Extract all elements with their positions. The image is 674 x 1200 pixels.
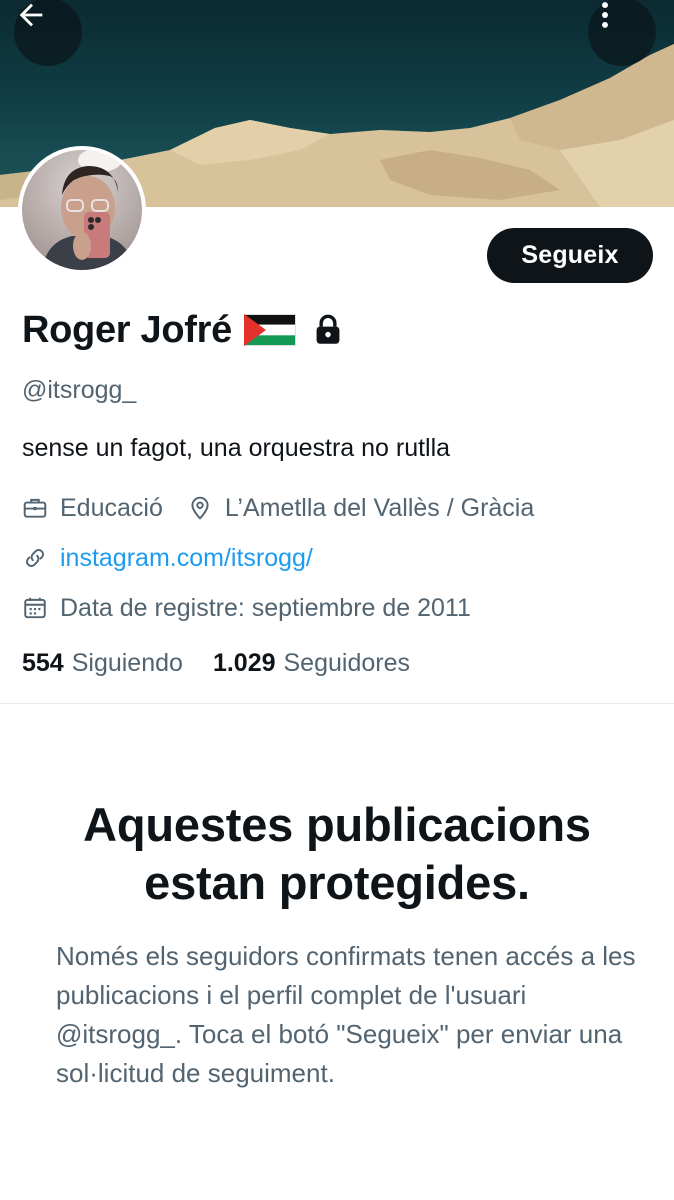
professional-category: Educació <box>60 493 163 522</box>
protected-title-line-1: Aquestes publicacions <box>83 798 591 851</box>
profile-meta-row: Educació L’Ametlla del Vallès / Gràcia <box>22 490 534 526</box>
profile-name-row: Roger Jofré <box>22 306 342 354</box>
follow-button[interactable]: Segueix <box>487 228 653 283</box>
avatar[interactable] <box>18 146 146 274</box>
more-options-button[interactable] <box>588 0 656 66</box>
user-bio: sense un fagot, una orquestra no rutlla <box>22 434 451 462</box>
followers-count: 1.029 <box>212 649 276 677</box>
back-button[interactable] <box>14 0 82 66</box>
section-divider <box>0 703 674 704</box>
link-icon <box>26 549 44 567</box>
protected-notice-body: Només els seguidors confirmats tenen acc… <box>56 941 636 1088</box>
avatar-photo <box>22 150 142 270</box>
followers-link[interactable]: 1.029 Seguidores <box>213 649 410 678</box>
profile-website-row: instagram.com/itsrogg/ <box>22 540 313 576</box>
vertical-ellipsis-icon <box>602 2 608 28</box>
website-link[interactable]: instagram.com/itsrogg/ <box>60 544 313 573</box>
calendar-icon <box>24 597 46 619</box>
user-handle: @itsrogg_ <box>22 376 137 404</box>
following-link[interactable]: 554 Siguiendo <box>22 649 183 678</box>
location-pin-icon <box>191 496 209 520</box>
protected-title-line-2: estan protegides. <box>144 856 530 909</box>
profile-joined-row: Data de registre: septiembre de 2011 <box>22 590 471 626</box>
protected-notice-title: Aquestes publicacions estan protegides. <box>30 796 644 912</box>
followers-label: Seguidores <box>283 649 410 677</box>
lock-icon <box>316 314 340 344</box>
follow-stats: 554 Siguiendo 1.029 Seguidores <box>22 649 410 678</box>
following-count: 554 <box>22 649 64 677</box>
arrow-left-icon <box>19 3 43 27</box>
user-location: L’Ametlla del Vallès / Gràcia <box>224 493 535 522</box>
display-name: Roger Jofré <box>22 308 232 351</box>
following-label: Siguiendo <box>71 649 183 677</box>
palestine-flag-icon <box>243 314 296 346</box>
briefcase-icon <box>23 498 47 518</box>
join-date: Data de registre: septiembre de 2011 <box>60 593 471 622</box>
